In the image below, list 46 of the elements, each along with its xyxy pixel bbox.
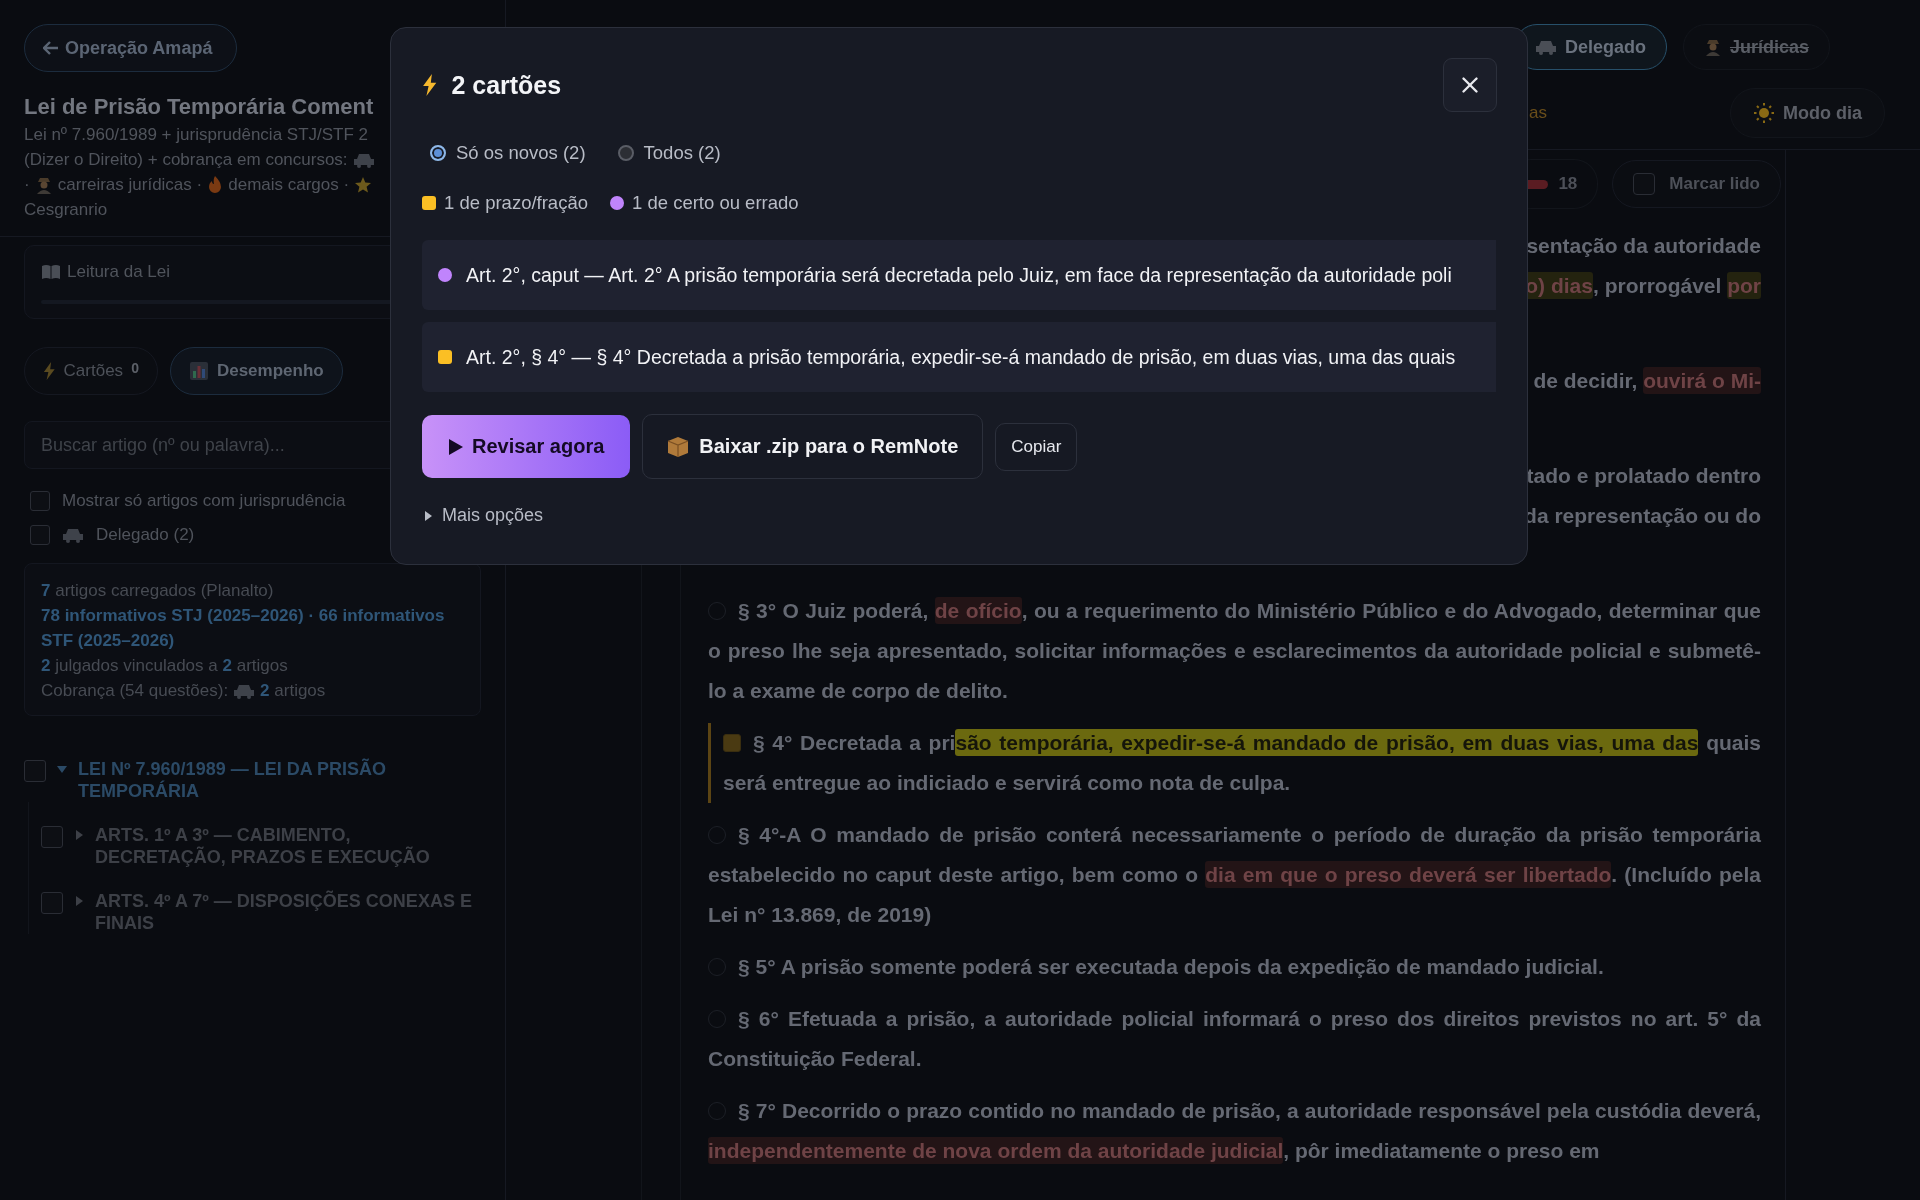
filter-label[interactable]: Mostrar só artigos com jurisprudência: [62, 491, 346, 511]
subtitle-text: carreiras jurídicas ·: [57, 174, 203, 196]
filter-label[interactable]: Delegado (2): [96, 525, 195, 545]
article-text: de decidir, ouvirá o Mi-: [1533, 366, 1761, 396]
back-button[interactable]: Operação Amapá: [24, 24, 238, 72]
tree-item-label[interactable]: LEI Nº 7.960/1989 — LEI DA PRISÃO TEMPORÁRIA: [78, 758, 481, 802]
subtitle-text: Lei nº 7.960/1989 + jurisprudência STJ/STF 2: [24, 124, 369, 146]
radio-label[interactable]: Todos (2): [643, 142, 721, 164]
cards-button[interactable]: Cartões 0: [24, 347, 158, 395]
subtitle-text: Cesgranrio: [24, 199, 108, 221]
meter-reading: 18: [1558, 174, 1578, 194]
tab-label[interactable]: as: [1529, 103, 1547, 123]
card-text: Art. 2°, caput — Art. 2° A prisão temporária será decretada pelo Juiz, em face da representação da autoridade poli: [466, 263, 1452, 287]
review-button[interactable]: Revisar agora: [422, 415, 631, 478]
dialog-title: 2 cartões: [451, 70, 562, 100]
card-row[interactable]: Art. 2°, caput — Art. 2° A prisão temporária será decretada pelo Juiz, em face da representação da autoridade poli: [422, 240, 1496, 310]
copy-button[interactable]: Copiar: [995, 422, 1078, 471]
legend-label: 1 de prazo/fração: [444, 192, 588, 214]
article-paragraph: § 4° Decretada a prisão temporária, expedir-se-á mandado de prisão, em duas vias, uma das quais será entregue ao indiciado e servirá como nota de culpa.: [708, 723, 1761, 803]
article-paragraph: § 4°-A O mandado de prisão conterá necessariamente o período de duração da prisão temporária estabelecido no caput deste artigo, bem como o dia em que o preso deverá ser libertado. (Incluído pela Lei n° 13.869, de 2019): [708, 822, 1761, 928]
article-text: tado e prolatado dentro: [1526, 463, 1761, 489]
stats-text: 7 artigos carregados (Planalto): [41, 580, 275, 602]
reading-card-title: Leitura da Lei: [67, 262, 171, 282]
mark-read-button[interactable]: Marcar lido: [1612, 160, 1781, 208]
card-text: Art. 2°, § 4° — § 4° Decretada a prisão temporária, expedir-se-á mandado de prisão, em duas vias, uma das quais: [466, 345, 1456, 369]
stats-text: 2 artigos: [260, 680, 326, 702]
legend-label: 1 de certo ou errado: [632, 192, 799, 214]
card-row[interactable]: Art. 2°, § 4° — § 4° Decretada a prisão temporária, expedir-se-á mandado de prisão, em duas vias, uma das quais: [422, 322, 1496, 392]
stats-text: 78 informativos STJ (2025–2026) · 66 informativos STF (2025–2026): [41, 605, 446, 652]
subtitle-text: demais cargos ·: [228, 174, 350, 196]
page-title: Lei de Prisão Temporária Coment: [24, 94, 374, 120]
subtitle-text: (Dizer o Direito) + cobrança em concursos:: [24, 149, 348, 171]
stats-text: 2 julgados vinculados a 2 artigos: [41, 655, 289, 677]
more-options-toggle[interactable]: Mais opções: [422, 505, 544, 526]
article-paragraph: § 5° A prisão somente poderá ser executada depois da expedição de mandado judicial.: [708, 947, 1761, 987]
performance-button[interactable]: Desempenho: [169, 347, 343, 395]
article-paragraph: § 6° Efetuada a prisão, a autoridade policial informará o preso dos direitos previstos no art. 5° da Constituição Federal.: [708, 1006, 1761, 1072]
article-paragraph: § 3° O Juiz poderá, de ofício, ou a requerimento do Ministério Público e do Advogado, determinar que o preso lhe seja apresentado, solicitar informações e esclarecimentos da autoridade policial e submetê-lo a exame de corpo de delito.: [708, 596, 1761, 704]
article-text: sentação da autoridade: [1526, 233, 1761, 259]
radio-label[interactable]: Só os novos (2): [456, 142, 586, 164]
stats-text: Cobrança (54 questões):: [41, 680, 229, 702]
profile-tab[interactable]: Jurídicas: [1682, 24, 1830, 70]
subtitle-text: ·: [24, 174, 30, 196]
day-mode-button[interactable]: Modo dia: [1730, 88, 1885, 138]
download-button[interactable]: Baixar .zip para o RemNote: [642, 414, 984, 479]
article-paragraph: § 7° Decorrido o prazo contido no mandado de prisão, a autoridade responsável pela custódia deverá, independentemente de nova ordem da autoridade judicial, pôr imediatamente o preso em: [708, 1098, 1761, 1166]
